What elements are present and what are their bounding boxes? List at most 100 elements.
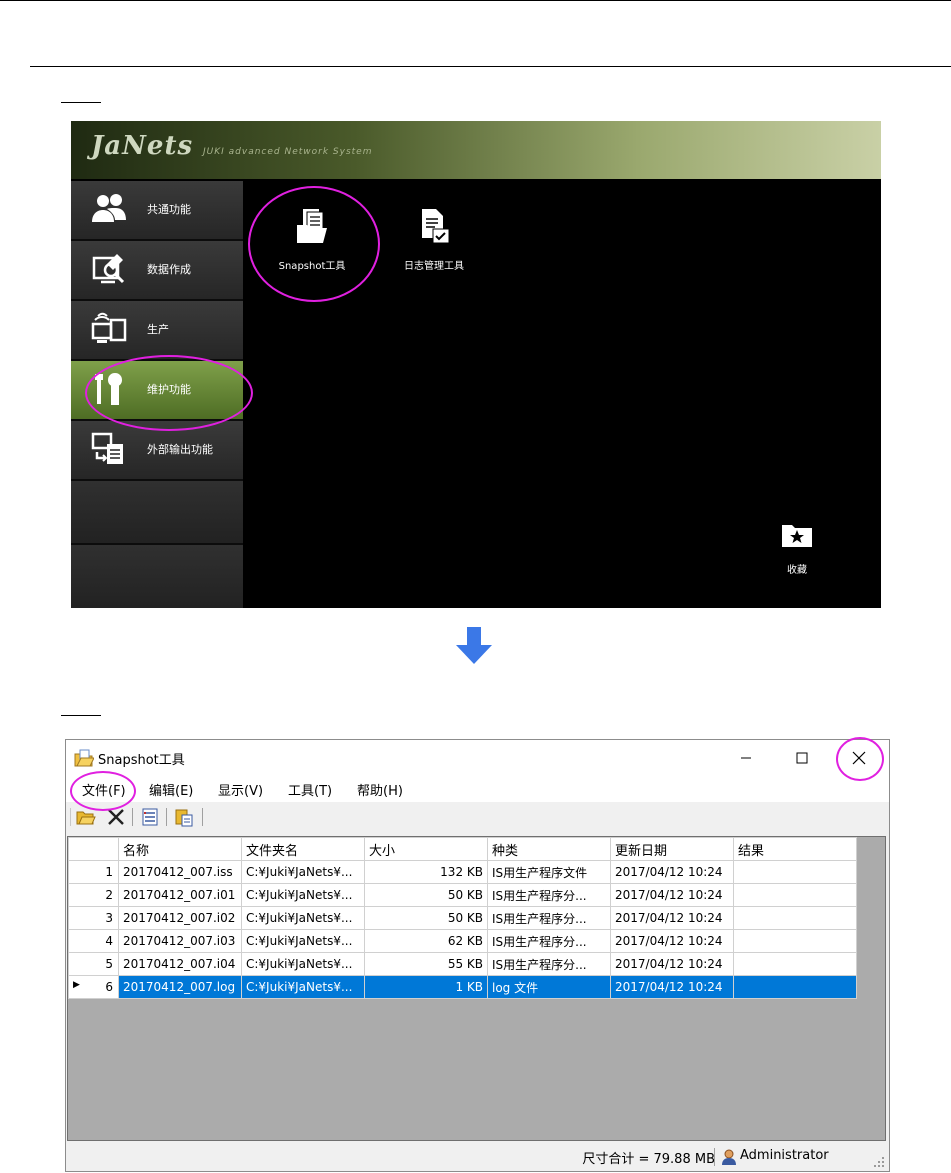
- log-document-icon: [422, 209, 450, 244]
- cell-result[interactable]: [733, 860, 857, 884]
- table-header-row: 名称 文件夹名 大小 种类 更新日期 结果: [68, 837, 857, 861]
- cell-kind[interactable]: IS用生产程序分...: [487, 883, 611, 907]
- cell-name[interactable]: 20170412_007.i02: [118, 906, 242, 930]
- row-number[interactable]: 3: [68, 906, 119, 930]
- row-number[interactable]: 2: [68, 883, 119, 907]
- open-folder-icon[interactable]: [76, 807, 96, 827]
- table-row[interactable]: 3 20170412_007.i02 C:¥Juki¥JaNets¥... 50…: [68, 906, 857, 930]
- row-number[interactable]: ▶ 6: [68, 975, 119, 999]
- cell-folder[interactable]: C:¥Juki¥JaNets¥...: [241, 906, 365, 930]
- table-row[interactable]: 2 20170412_007.i01 C:¥Juki¥JaNets¥... 50…: [68, 883, 857, 907]
- arrow-down-icon: [456, 627, 492, 664]
- cell-name[interactable]: 20170412_007.log: [118, 975, 242, 999]
- log-tool-launcher[interactable]: 日志管理工具: [389, 207, 479, 272]
- cell-folder[interactable]: C:¥Juki¥JaNets¥...: [241, 975, 365, 999]
- table-row[interactable]: 1 20170412_007.iss C:¥Juki¥JaNets¥... 13…: [68, 860, 857, 884]
- cell-kind[interactable]: IS用生产程序分...: [487, 906, 611, 930]
- maximize-button[interactable]: [779, 740, 825, 776]
- menu-tools[interactable]: 工具(T): [288, 780, 332, 799]
- cell-date[interactable]: 2017/04/12 10:24: [610, 929, 734, 953]
- table-row[interactable]: 5 20170412_007.i04 C:¥Juki¥JaNets¥... 55…: [68, 952, 857, 976]
- row-number[interactable]: 5: [68, 952, 119, 976]
- column-header-name[interactable]: 名称: [118, 837, 242, 861]
- table-row-selected[interactable]: ▶ 6 20170412_007.log C:¥Juki¥JaNets¥... 1…: [68, 975, 857, 999]
- cell-size[interactable]: 62 KB: [364, 929, 488, 953]
- cell-date[interactable]: 2017/04/12 10:24: [610, 883, 734, 907]
- menu-view[interactable]: 显示(V): [218, 780, 263, 799]
- cell-name[interactable]: 20170412_007.i01: [118, 883, 242, 907]
- toolbar: [66, 802, 889, 834]
- delete-icon[interactable]: [106, 807, 126, 827]
- sidebar-empty-slot: [71, 545, 243, 608]
- cell-kind[interactable]: log 文件: [487, 975, 611, 999]
- cell-name[interactable]: 20170412_007.iss: [118, 860, 242, 884]
- cell-result[interactable]: [733, 883, 857, 907]
- minimize-button[interactable]: [723, 740, 769, 776]
- column-header-folder[interactable]: 文件夹名: [241, 837, 365, 861]
- menu-file[interactable]: 文件(F): [82, 780, 126, 799]
- column-header-size[interactable]: 大小: [364, 837, 488, 861]
- cell-result[interactable]: [733, 906, 857, 930]
- column-header-date[interactable]: 更新日期: [610, 837, 734, 861]
- sidebar-item-data-create[interactable]: 数据作成: [71, 241, 243, 301]
- user-icon: [722, 1149, 736, 1165]
- details-list-icon[interactable]: [140, 807, 160, 827]
- cell-size[interactable]: 55 KB: [364, 952, 488, 976]
- cell-size[interactable]: 50 KB: [364, 906, 488, 930]
- janets-tagline: JUKI advanced Network System: [203, 147, 373, 157]
- sidebar-item-maintenance[interactable]: 维护功能: [71, 361, 243, 421]
- cell-result[interactable]: [733, 952, 857, 976]
- cell-name[interactable]: 20170412_007.i04: [118, 952, 242, 976]
- snapshot-app-icon: [74, 749, 94, 767]
- cell-kind[interactable]: IS用生产程序文件: [487, 860, 611, 884]
- cell-folder[interactable]: C:¥Juki¥JaNets¥...: [241, 952, 365, 976]
- step-marker-1: [61, 102, 101, 103]
- table-row[interactable]: 4 20170412_007.i03 C:¥Juki¥JaNets¥... 62…: [68, 929, 857, 953]
- cell-result[interactable]: [733, 929, 857, 953]
- favorites-launcher[interactable]: 收藏: [765, 521, 829, 576]
- sidebar-item-export[interactable]: 外部输出功能: [71, 421, 243, 481]
- cell-name[interactable]: 20170412_007.i03: [118, 929, 242, 953]
- row-number[interactable]: 1: [68, 860, 119, 884]
- menu-edit[interactable]: 编辑(E): [149, 780, 193, 799]
- cell-kind[interactable]: IS用生产程序分...: [487, 929, 611, 953]
- file-table: 名称 文件夹名 大小 种类 更新日期 结果 1 20170412_007.iss…: [68, 837, 857, 999]
- sidebar-item-production[interactable]: 生产: [71, 301, 243, 361]
- app-label: 日志管理工具: [404, 261, 464, 272]
- cell-date[interactable]: 2017/04/12 10:24: [610, 906, 734, 930]
- janets-banner: JaNets JUKI advanced Network System: [71, 121, 881, 179]
- row-number[interactable]: 4: [68, 929, 119, 953]
- paste-icon[interactable]: [174, 807, 194, 827]
- column-header-kind[interactable]: 种类: [487, 837, 611, 861]
- cell-date[interactable]: 2017/04/12 10:24: [610, 860, 734, 884]
- cell-folder[interactable]: C:¥Juki¥JaNets¥...: [241, 860, 365, 884]
- close-button[interactable]: [836, 740, 882, 776]
- sidebar-empty-slot: [71, 481, 243, 545]
- app-label: Snapshot工具: [278, 261, 346, 272]
- cell-folder[interactable]: C:¥Juki¥JaNets¥...: [241, 883, 365, 907]
- menu-help[interactable]: 帮助(H): [357, 780, 403, 799]
- cell-size[interactable]: 50 KB: [364, 883, 488, 907]
- minimize-icon: [741, 757, 751, 759]
- column-header-result[interactable]: 结果: [733, 837, 857, 861]
- sidebar-item-common[interactable]: 共通功能: [71, 181, 243, 241]
- cell-kind[interactable]: IS用生产程序分...: [487, 952, 611, 976]
- resize-grip-icon[interactable]: [873, 1156, 885, 1168]
- cell-date[interactable]: 2017/04/12 10:24: [610, 952, 734, 976]
- cell-date[interactable]: 2017/04/12 10:24: [610, 975, 734, 999]
- sidebar-item-label: 维护功能: [147, 383, 191, 396]
- cell-size[interactable]: 1 KB: [364, 975, 488, 999]
- cell-folder[interactable]: C:¥Juki¥JaNets¥...: [241, 929, 365, 953]
- step-marker-2: [61, 715, 101, 716]
- cell-result[interactable]: [733, 975, 857, 999]
- toolbar-grip: [70, 808, 71, 826]
- snapshot-tool-launcher[interactable]: Snapshot工具: [267, 207, 357, 272]
- data-edit-icon: [92, 254, 125, 284]
- window-title: Snapshot工具: [98, 753, 185, 768]
- favorites-label: 收藏: [787, 565, 807, 576]
- star-folder-icon: [782, 525, 812, 547]
- current-row-arrow-icon: ▶: [73, 980, 80, 990]
- title-bar[interactable]: Snapshot工具: [66, 740, 889, 776]
- cell-size[interactable]: 132 KB: [364, 860, 488, 884]
- sidebar-item-label: 数据作成: [147, 263, 191, 276]
